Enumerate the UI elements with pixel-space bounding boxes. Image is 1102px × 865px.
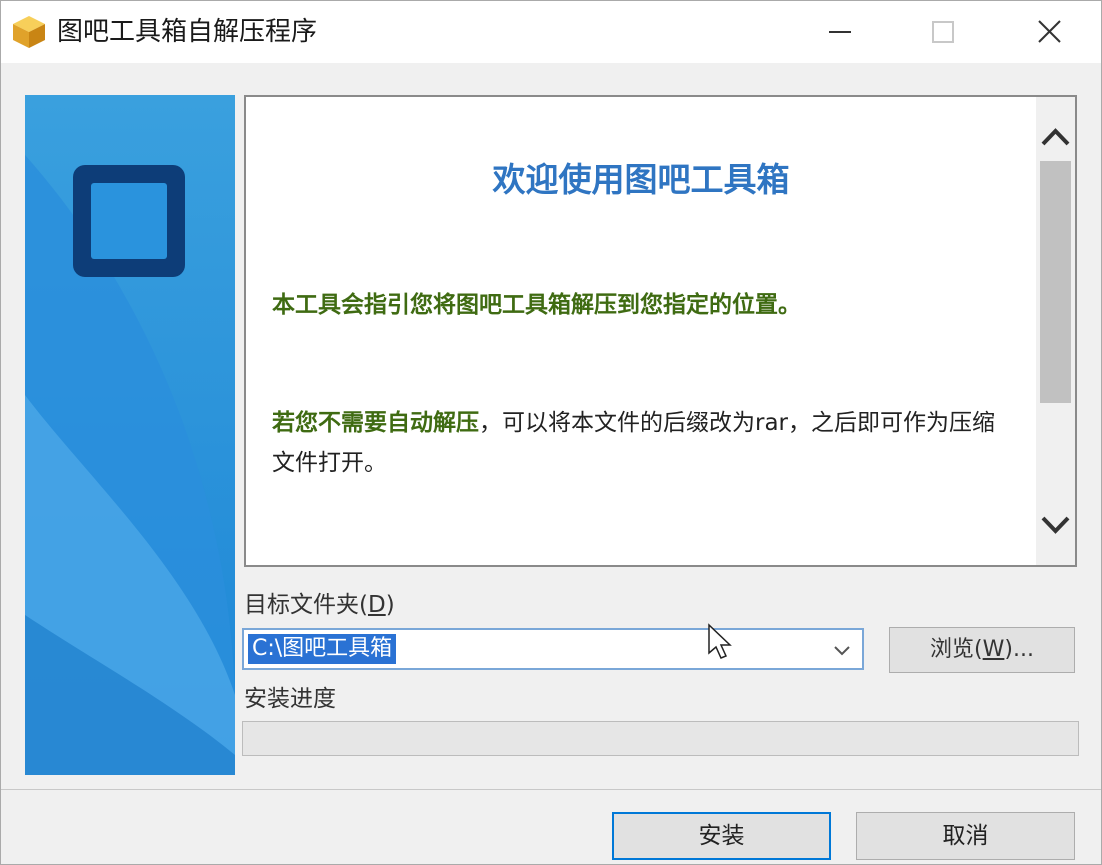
browse-button[interactable]: 浏览(W)...	[889, 627, 1075, 673]
install-progress-bar	[242, 721, 1079, 756]
chevron-down-icon[interactable]	[828, 636, 856, 664]
scrollbar-thumb[interactable]	[1040, 161, 1071, 403]
browse-access-key: W	[982, 637, 1005, 662]
maximize-button[interactable]	[894, 1, 994, 63]
install-progress-label: 安装进度	[244, 686, 336, 712]
minimize-button[interactable]	[791, 1, 891, 63]
title-bar[interactable]: 图吧工具箱自解压程序	[1, 1, 1101, 63]
destination-folder-label: 目标文件夹(D)	[244, 592, 395, 618]
logo-icon	[73, 165, 185, 277]
minimize-icon	[829, 31, 851, 33]
maximize-icon	[932, 21, 954, 43]
welcome-paragraph-2: 若您不需要自动解压，可以将本文件的后缀改为rar，之后即可作为压缩文件打开。	[272, 403, 1012, 483]
mouse-cursor-icon	[708, 623, 732, 659]
close-icon	[1038, 20, 1061, 43]
destination-access-key: D	[367, 592, 386, 618]
package-icon	[13, 16, 45, 48]
side-banner	[25, 95, 235, 775]
window-title: 图吧工具箱自解压程序	[57, 17, 318, 47]
cancel-button[interactable]: 取消	[856, 812, 1075, 860]
installer-window: 图吧工具箱自解压程序 欢迎使用图吧工具箱 本工具会指引您将图吧工具箱解压到您指定…	[0, 0, 1102, 865]
welcome-panel: 欢迎使用图吧工具箱 本工具会指引您将图吧工具箱解压到您指定的位置。 若您不需要自…	[244, 95, 1077, 567]
destination-folder-input[interactable]: C:\图吧工具箱	[248, 634, 397, 664]
chevron-down-icon[interactable]	[1036, 505, 1075, 545]
destination-folder-combobox[interactable]: C:\图吧工具箱	[242, 628, 864, 670]
paragraph-2-highlight: 若您不需要自动解压	[272, 410, 479, 436]
install-button[interactable]: 安装	[612, 812, 831, 860]
vertical-scrollbar[interactable]	[1036, 97, 1075, 565]
footer-divider	[1, 789, 1101, 790]
paragraph-1-text: 本工具会指引您将图吧工具箱解压到您指定的位置。	[272, 292, 801, 318]
chevron-up-icon[interactable]	[1036, 117, 1075, 157]
close-button[interactable]	[999, 1, 1099, 63]
welcome-content: 欢迎使用图吧工具箱 本工具会指引您将图吧工具箱解压到您指定的位置。 若您不需要自…	[246, 97, 1036, 565]
welcome-paragraph-1: 本工具会指引您将图吧工具箱解压到您指定的位置。	[272, 285, 1012, 325]
welcome-title: 欢迎使用图吧工具箱	[492, 160, 790, 199]
